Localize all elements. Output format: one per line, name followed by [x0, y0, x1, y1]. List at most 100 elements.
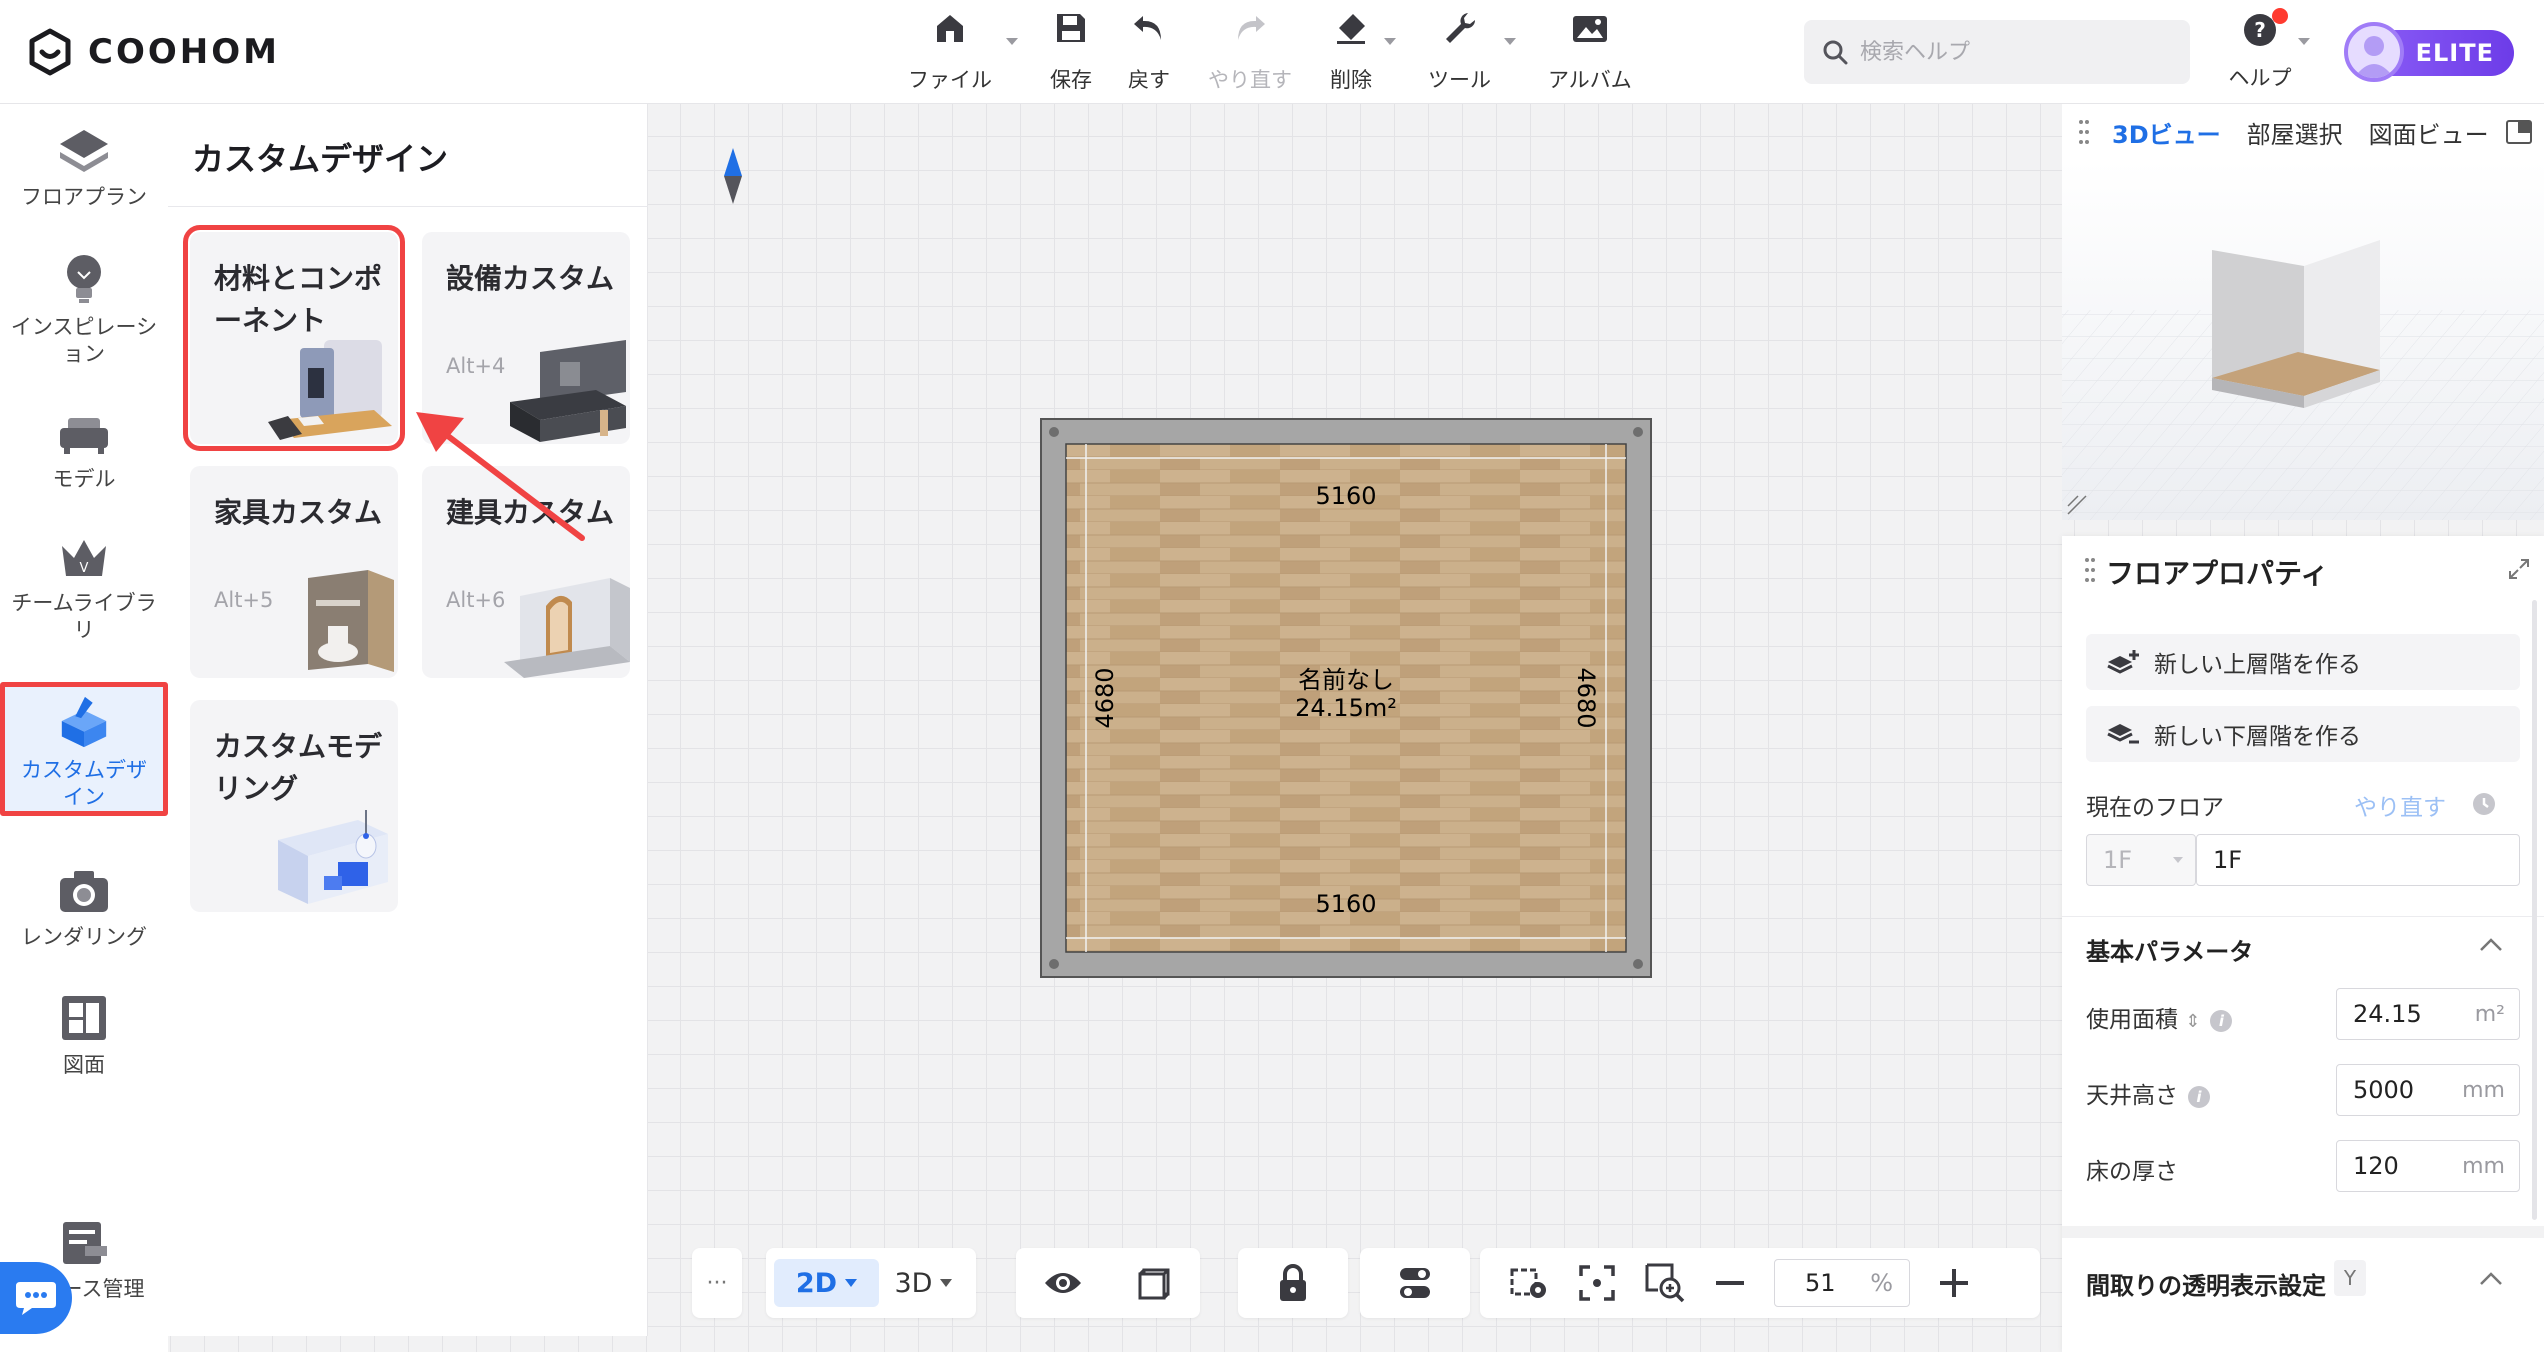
view-3d-button[interactable]: 3D: [879, 1259, 968, 1307]
left-navigation: フロアプラン インスピレーション モデル V チームライブラリ カスタムデザイン…: [0, 104, 168, 1352]
chevron-up-icon[interactable]: [2478, 1270, 2504, 1288]
file-menu-button[interactable]: ファイル: [908, 10, 992, 94]
floor-select-dropdown[interactable]: 1F: [2086, 834, 2196, 886]
view-settings-icon[interactable]: [1508, 1264, 1550, 1302]
drag-handle-icon[interactable]: [2084, 556, 2096, 584]
card-materials-components[interactable]: 材料とコンポーネント: [183, 225, 405, 451]
fit-view-icon[interactable]: [1578, 1264, 1616, 1302]
help-button[interactable]: ? ヘルプ: [2220, 8, 2300, 92]
add-lower-floor-label: 新しい下層階を作る: [2154, 724, 2361, 750]
chat-support-button[interactable]: [0, 1262, 72, 1334]
svg-text:?: ?: [2254, 18, 2266, 42]
nav-item-rendering[interactable]: レンダリング: [0, 866, 168, 951]
nav-label: チームライブラリ: [11, 591, 157, 642]
nav-item-floorplan[interactable]: フロアプラン: [0, 126, 168, 211]
save-button[interactable]: 保存: [1050, 10, 1092, 94]
save-label: 保存: [1050, 68, 1092, 92]
tab-plan-view[interactable]: 図面ビュー: [2369, 115, 2489, 150]
redo-label: やり直す: [1208, 68, 1292, 92]
lock-button[interactable]: [1238, 1248, 1348, 1318]
search-input[interactable]: [1860, 39, 2160, 65]
tab-3d-view[interactable]: 3Dビュー: [2112, 115, 2221, 150]
camera-icon: [60, 871, 108, 912]
zoom-level-input[interactable]: 51 %: [1774, 1259, 1910, 1307]
drag-handle-icon[interactable]: [2078, 118, 2090, 146]
redo-button[interactable]: やり直す: [1208, 10, 1292, 94]
floor-name-value: 1F: [2213, 846, 2243, 874]
eye-icon[interactable]: [1043, 1269, 1083, 1297]
floor-thickness-label: 床の厚さ: [2086, 1159, 2178, 1185]
user-avatar-icon: [2354, 36, 2394, 78]
redo-icon: [1238, 16, 1265, 40]
3d-box-icon[interactable]: [1136, 1264, 1174, 1302]
add-upper-floor-button[interactable]: 新しい上層階を作る: [2086, 634, 2520, 690]
ceiling-height-input[interactable]: 5000 mm: [2336, 1064, 2520, 1116]
file-label: ファイル: [908, 68, 992, 92]
current-floor-label: 現在のフロア: [2086, 795, 2224, 821]
delete-button[interactable]: 削除: [1330, 10, 1372, 94]
search-icon: [1823, 40, 1848, 65]
floor-select-value: 1F: [2103, 846, 2133, 874]
zoom-value: 51: [1805, 1269, 1836, 1297]
room-drawing[interactable]: 5160 5160 4680 4680 名前なし 24.15m²: [1040, 418, 1652, 978]
more-options-button[interactable]: ···: [692, 1248, 742, 1318]
nav-item-custom-design[interactable]: カスタムデザイン: [0, 682, 168, 816]
custom-design-panel: カスタムデザイン 材料とコンポーネント 設備カスタム Alt+4 家具カスタム …: [168, 104, 648, 1336]
zoom-unit: %: [1870, 1269, 1893, 1297]
app-logo[interactable]: COOHOM: [28, 22, 280, 82]
album-button[interactable]: アルバム: [1548, 10, 1632, 94]
nav-item-team-library[interactable]: V チームライブラリ: [0, 534, 168, 644]
panel-toggle-icon[interactable]: [2506, 120, 2532, 144]
floor-thickness-input[interactable]: 120 mm: [2336, 1140, 2520, 1192]
compass-icon[interactable]: [724, 148, 742, 204]
area-input[interactable]: 24.15 m²: [2336, 988, 2520, 1040]
history-icon[interactable]: [2472, 792, 2496, 816]
nav-item-inspiration[interactable]: インスピレーション: [0, 250, 168, 368]
info-icon[interactable]: i: [2188, 1085, 2210, 1108]
zoom-out-icon[interactable]: [1714, 1267, 1746, 1299]
help-search-box[interactable]: [1804, 20, 2190, 84]
basic-params-header: 基本パラメータ: [2086, 938, 2254, 966]
avatar[interactable]: [2344, 22, 2404, 82]
delete-caret-icon[interactable]: [1384, 38, 1396, 45]
nav-label: モデル: [52, 467, 116, 491]
sort-icon[interactable]: ⇕: [2185, 1011, 2200, 1032]
zoom-area-icon[interactable]: [1644, 1262, 1686, 1304]
view-panel: 3Dビュー 部屋選択 図面ビュー: [2062, 104, 2544, 520]
chevron-down-icon: [2173, 857, 2183, 863]
card-custom-modeling[interactable]: カスタムモデリング: [190, 700, 398, 912]
notification-dot: [2272, 8, 2288, 24]
undo-icon: [1134, 16, 1161, 40]
help-caret-icon[interactable]: [2298, 38, 2310, 45]
settings-toggle-button[interactable]: [1360, 1248, 1470, 1318]
account-menu[interactable]: ELITE: [2344, 22, 2516, 82]
info-icon[interactable]: i: [2210, 1009, 2233, 1032]
nav-item-drawing[interactable]: 図面: [0, 992, 168, 1079]
chevron-up-icon[interactable]: [2478, 936, 2504, 954]
file-caret-icon[interactable]: [1006, 38, 1018, 45]
floor-name-input[interactable]: 1F: [2196, 834, 2520, 886]
nav-item-model[interactable]: モデル: [0, 410, 168, 493]
3d-preview-viewport[interactable]: [2062, 160, 2544, 520]
zoom-in-icon[interactable]: [1938, 1267, 1970, 1299]
undo-button[interactable]: 戻す: [1128, 10, 1170, 94]
tools-caret-icon[interactable]: [1504, 38, 1516, 45]
tools-menu-button[interactable]: ツール: [1428, 10, 1491, 94]
nav-label: フロアプラン: [21, 185, 147, 209]
3d-room-preview[interactable]: [2062, 160, 2544, 520]
tools-label: ツール: [1428, 68, 1491, 92]
expand-icon[interactable]: [2508, 558, 2530, 580]
floor-plan-room[interactable]: 5160 5160 4680 4680 名前なし 24.15m²: [1040, 418, 1652, 978]
card-shortcut: Alt+5: [214, 588, 274, 612]
nav-label: レンダリング: [21, 925, 147, 949]
section-divider: [2062, 1226, 2544, 1238]
annotation-arrow: [416, 412, 585, 541]
room-name[interactable]: 名前なし: [1298, 666, 1394, 694]
floor-redo-link[interactable]: やり直す: [2354, 788, 2446, 822]
add-lower-floor-button[interactable]: 新しい下層階を作る: [2086, 706, 2520, 762]
room-area: 24.15m²: [1295, 694, 1397, 722]
view-2d-button[interactable]: 2D: [774, 1259, 879, 1307]
scrollbar[interactable]: [2532, 600, 2537, 1220]
card-furniture-custom[interactable]: 家具カスタム Alt+5: [190, 466, 398, 678]
tab-room-select[interactable]: 部屋選択: [2247, 115, 2343, 150]
